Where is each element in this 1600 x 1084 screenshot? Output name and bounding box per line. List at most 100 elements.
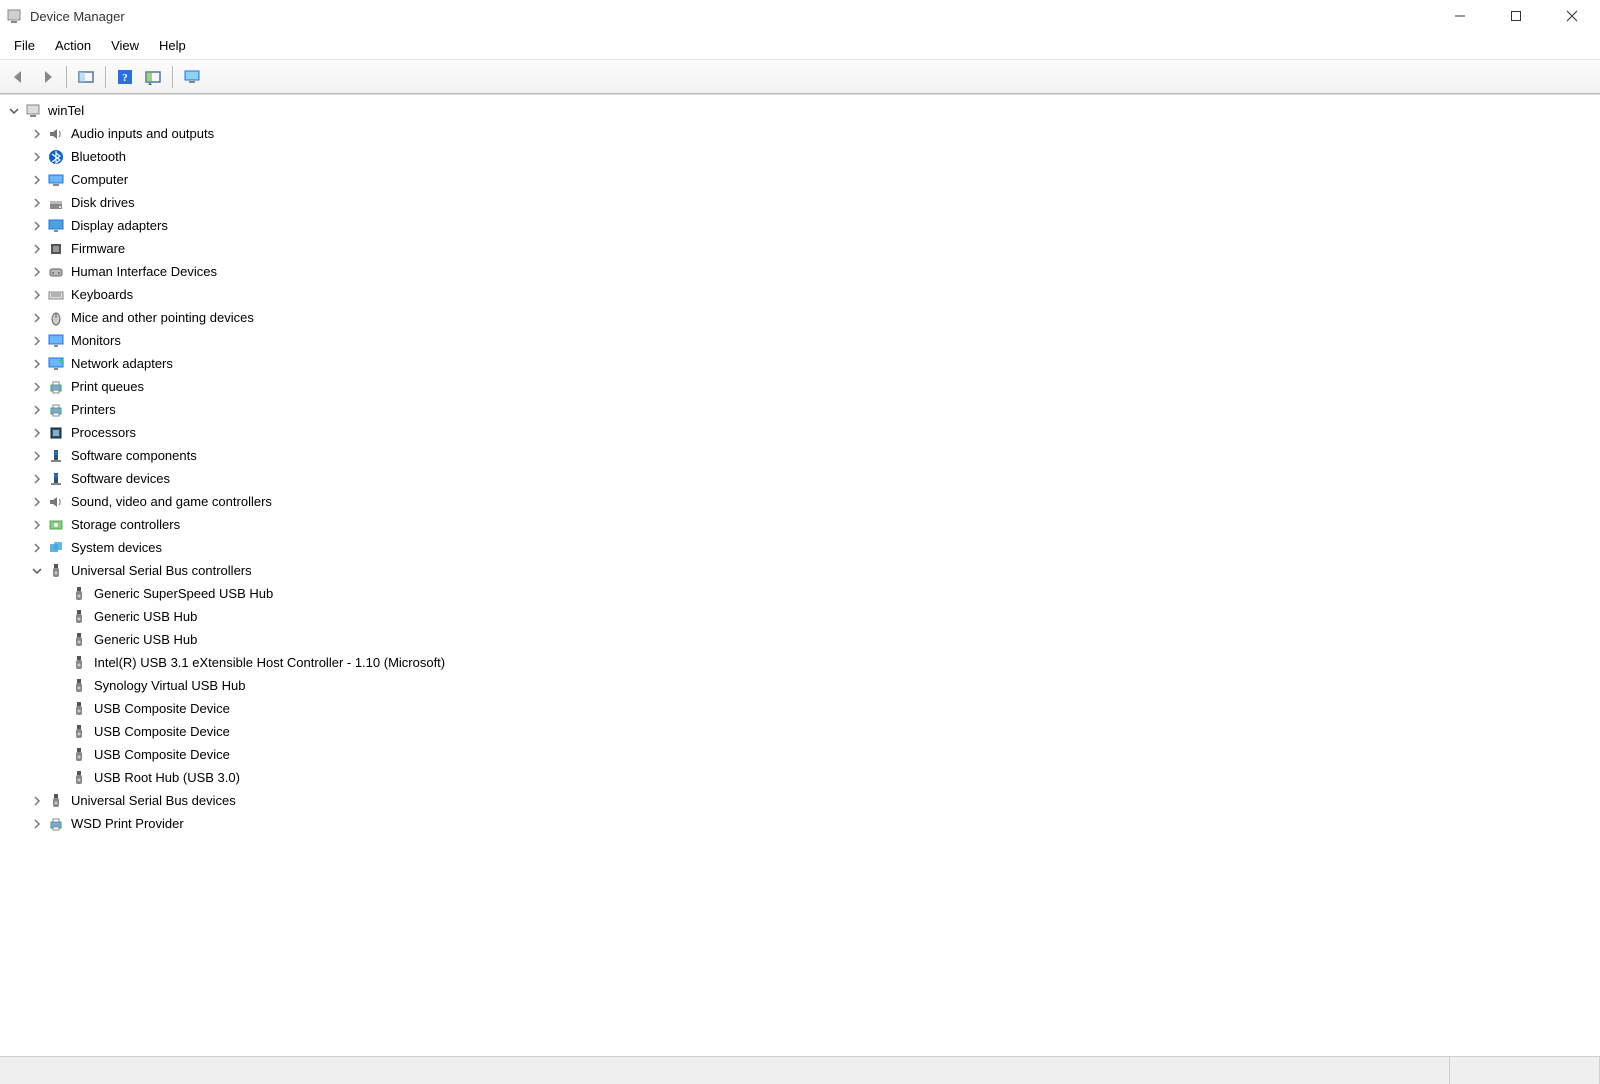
- software-icon: [47, 470, 65, 488]
- collapse-icon[interactable]: [6, 103, 22, 119]
- tree-category[interactable]: Software components: [0, 444, 1600, 467]
- expand-icon[interactable]: [29, 402, 45, 418]
- menu-file[interactable]: File: [4, 34, 45, 57]
- expand-icon[interactable]: [29, 471, 45, 487]
- expander-spacer: [52, 724, 68, 740]
- title-bar: Device Manager: [0, 0, 1600, 32]
- tree-root[interactable]: winTel: [0, 99, 1600, 122]
- expand-icon[interactable]: [29, 241, 45, 257]
- expand-icon[interactable]: [29, 195, 45, 211]
- collapse-icon[interactable]: [29, 563, 45, 579]
- expand-icon[interactable]: [29, 218, 45, 234]
- expand-icon[interactable]: [29, 287, 45, 303]
- node-label: USB Composite Device: [94, 701, 230, 716]
- expand-icon[interactable]: [29, 448, 45, 464]
- show-hide-button[interactable]: [73, 64, 99, 90]
- disk-icon: [47, 194, 65, 212]
- maximize-button[interactable]: [1488, 0, 1544, 32]
- hid-icon: [47, 263, 65, 281]
- node-label: Processors: [71, 425, 136, 440]
- software-icon: [47, 447, 65, 465]
- tree-category[interactable]: Audio inputs and outputs: [0, 122, 1600, 145]
- close-button[interactable]: [1544, 0, 1600, 32]
- minimize-button[interactable]: [1432, 0, 1488, 32]
- tree-category[interactable]: Bluetooth: [0, 145, 1600, 168]
- usb-icon: [70, 769, 88, 787]
- node-label: Storage controllers: [71, 517, 180, 532]
- tree-category[interactable]: Software devices: [0, 467, 1600, 490]
- svg-text:?: ?: [122, 72, 128, 84]
- expand-icon[interactable]: [29, 172, 45, 188]
- firmware-icon: [47, 240, 65, 258]
- toolbar-separator: [105, 66, 106, 88]
- node-label: Human Interface Devices: [71, 264, 217, 279]
- node-label: Monitors: [71, 333, 121, 348]
- tree-category[interactable]: System devices: [0, 536, 1600, 559]
- tree-category[interactable]: Print queues: [0, 375, 1600, 398]
- help-button[interactable]: ?: [112, 64, 138, 90]
- window-title: Device Manager: [30, 9, 125, 24]
- toolbar-separator: [172, 66, 173, 88]
- tree-category[interactable]: Computer: [0, 168, 1600, 191]
- printer-icon: [47, 401, 65, 419]
- network-icon: [47, 355, 65, 373]
- tree-category[interactable]: Universal Serial Bus controllers: [0, 559, 1600, 582]
- expand-icon[interactable]: [29, 816, 45, 832]
- tree-category[interactable]: Human Interface Devices: [0, 260, 1600, 283]
- tree-device[interactable]: USB Composite Device: [0, 743, 1600, 766]
- node-label: Software devices: [71, 471, 170, 486]
- node-label: USB Composite Device: [94, 747, 230, 762]
- tree-category[interactable]: Universal Serial Bus devices: [0, 789, 1600, 812]
- monitor-button[interactable]: [179, 64, 205, 90]
- tree-device[interactable]: USB Composite Device: [0, 720, 1600, 743]
- expander-spacer: [52, 701, 68, 717]
- forward-button[interactable]: [34, 64, 60, 90]
- expand-icon[interactable]: [29, 356, 45, 372]
- node-label: WSD Print Provider: [71, 816, 184, 831]
- monitor-cat-icon: [47, 332, 65, 350]
- tree-category[interactable]: Printers: [0, 398, 1600, 421]
- expand-icon[interactable]: [29, 149, 45, 165]
- tree-device[interactable]: Generic USB Hub: [0, 605, 1600, 628]
- tree-category[interactable]: Display adapters: [0, 214, 1600, 237]
- expand-icon[interactable]: [29, 379, 45, 395]
- printer-icon: [47, 378, 65, 396]
- expand-icon[interactable]: [29, 793, 45, 809]
- tree-device[interactable]: USB Composite Device: [0, 697, 1600, 720]
- tree-category[interactable]: Mice and other pointing devices: [0, 306, 1600, 329]
- tree-category[interactable]: Firmware: [0, 237, 1600, 260]
- tree-category[interactable]: Storage controllers: [0, 513, 1600, 536]
- tree-device[interactable]: USB Root Hub (USB 3.0): [0, 766, 1600, 789]
- menu-action[interactable]: Action: [45, 34, 101, 57]
- expand-icon[interactable]: [29, 517, 45, 533]
- tree-device[interactable]: Intel(R) USB 3.1 eXtensible Host Control…: [0, 651, 1600, 674]
- menu-bar: File Action View Help: [0, 32, 1600, 60]
- expand-icon[interactable]: [29, 494, 45, 510]
- computer-icon: [47, 171, 65, 189]
- tree-category[interactable]: Sound, video and game controllers: [0, 490, 1600, 513]
- tree-category[interactable]: WSD Print Provider: [0, 812, 1600, 835]
- tree-device[interactable]: Synology Virtual USB Hub: [0, 674, 1600, 697]
- menu-view[interactable]: View: [101, 34, 149, 57]
- expand-icon[interactable]: [29, 425, 45, 441]
- tree-device[interactable]: Generic SuperSpeed USB Hub: [0, 582, 1600, 605]
- tree-device[interactable]: Generic USB Hub: [0, 628, 1600, 651]
- tree-category[interactable]: Keyboards: [0, 283, 1600, 306]
- tree-category[interactable]: Monitors: [0, 329, 1600, 352]
- tree-category[interactable]: Processors: [0, 421, 1600, 444]
- expand-icon[interactable]: [29, 264, 45, 280]
- usb-icon: [70, 631, 88, 649]
- expand-icon[interactable]: [29, 540, 45, 556]
- expand-icon[interactable]: [29, 126, 45, 142]
- back-button[interactable]: [6, 64, 32, 90]
- expander-spacer: [52, 609, 68, 625]
- device-tree-panel[interactable]: winTelAudio inputs and outputsBluetoothC…: [0, 94, 1600, 1056]
- expand-icon[interactable]: [29, 333, 45, 349]
- expander-spacer: [52, 632, 68, 648]
- tree-category[interactable]: Network adapters: [0, 352, 1600, 375]
- menu-help[interactable]: Help: [149, 34, 196, 57]
- scan-hardware-button[interactable]: [140, 64, 166, 90]
- node-label: Print queues: [71, 379, 144, 394]
- expand-icon[interactable]: [29, 310, 45, 326]
- tree-category[interactable]: Disk drives: [0, 191, 1600, 214]
